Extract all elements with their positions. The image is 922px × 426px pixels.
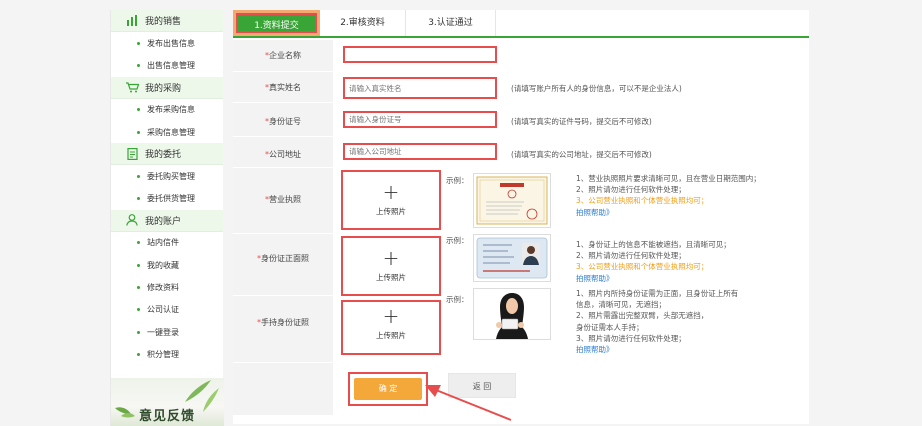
company-address-input[interactable] — [343, 143, 497, 160]
photo-help-link[interactable]: 拍照帮助》 — [576, 273, 731, 284]
row-divider — [233, 71, 333, 72]
label-real-name: *真实姓名 — [265, 83, 301, 92]
row-divider — [233, 167, 333, 168]
sidebar-section-header[interactable]: 我的采购 — [111, 76, 223, 99]
sidebar-item[interactable]: 修改资料 — [111, 276, 223, 298]
sidebar-item[interactable]: 公司认证 — [111, 299, 223, 321]
sidebar-item[interactable]: 站内信件 — [111, 232, 223, 254]
label-id-front: *身份证正面照 — [257, 254, 309, 263]
sidebar-section-title: 我的采购 — [145, 83, 182, 94]
sidebar-item[interactable]: 发布采购信息 — [111, 99, 223, 121]
label-id-number: *身份证号 — [265, 117, 301, 126]
handheld-id-sample-image — [473, 288, 551, 340]
row-divider — [233, 362, 333, 363]
upload-label: 上传照片 — [376, 207, 406, 216]
id-card-sample-image — [473, 234, 551, 282]
sidebar-section-account: 我的账户 站内信件 我的收藏 修改资料 公司认证 一键登录 积分管理 — [111, 209, 223, 366]
sidebar-item[interactable]: 发布出售信息 — [111, 32, 223, 54]
upload-label: 上传照片 — [376, 273, 406, 282]
sidebar-item[interactable]: 积分管理 — [111, 343, 223, 365]
id-handheld-tips: 1、照片内所持身份证需为正面，且身份证上所有 信息，清晰可见，无遮挡； 2、照片… — [576, 289, 739, 355]
bar-chart-icon — [125, 15, 139, 27]
sidebar-section-sales: 我的销售 发布出售信息 出售信息管理 — [111, 10, 223, 77]
photo-help-link[interactable]: 拍照帮助》 — [576, 207, 761, 218]
form-label-column — [233, 40, 333, 415]
upload-id-handheld-button[interactable]: + 上传照片 — [341, 300, 441, 355]
sidebar-section-title: 我的委托 — [145, 150, 182, 161]
row-divider — [233, 233, 333, 234]
label-id-handheld: *手持身份证照 — [257, 318, 309, 327]
sidebar-section-header[interactable]: 我的销售 — [111, 10, 223, 32]
sidebar-item[interactable]: 出售信息管理 — [111, 54, 223, 76]
photo-help-link[interactable]: 拍照帮助》 — [576, 344, 738, 355]
plus-icon: + — [382, 246, 400, 270]
sidebar-section-title: 我的账户 — [145, 216, 182, 227]
submit-button-highlight: 确 定 — [348, 372, 428, 406]
plus-icon: + — [382, 180, 400, 204]
sidebar-item[interactable]: 委托供货管理 — [111, 187, 223, 209]
sidebar-section-title: 我的销售 — [145, 17, 182, 27]
business-license-sample-image — [473, 173, 551, 228]
label-company-name: *企业名称 — [265, 51, 301, 60]
feedback-label: 意见反馈 — [139, 409, 196, 424]
annotation-arrow-icon — [425, 385, 512, 421]
id-number-hint: (请填写真实的证件号码，提交后不可修改) — [511, 117, 652, 126]
upload-label: 上传照片 — [376, 331, 406, 340]
sidebar-section-header[interactable]: 我的委托 — [111, 143, 223, 166]
sidebar-item[interactable]: 委托购买管理 — [111, 165, 223, 187]
feedback-banner[interactable]: 意见反馈 — [111, 378, 224, 426]
id-number-input[interactable] — [343, 111, 497, 128]
upload-business-license-button[interactable]: + 上传照片 — [341, 170, 441, 230]
company-name-input[interactable] — [343, 46, 497, 63]
step-tabs: 1.资料提交 2.审核资料 3.认证通过 — [233, 10, 809, 38]
business-license-tips: 1、营业执照照片要求清晰可见，且在营业日期范围内； 2、照片请勿进行任何软件处理… — [576, 174, 761, 218]
cart-icon — [125, 81, 139, 93]
user-icon — [125, 214, 139, 226]
example-label: 示例： — [446, 295, 469, 304]
sidebar-section-entrust: 我的委托 委托购买管理 委托供货管理 — [111, 143, 223, 210]
upload-id-front-button[interactable]: + 上传照片 — [341, 236, 441, 296]
company-address-hint: (请填写真实的公司地址，提交后不可修改) — [511, 150, 652, 159]
plus-icon: + — [382, 304, 400, 328]
example-label: 示例： — [446, 236, 469, 245]
label-business-license: *营业执照 — [265, 195, 301, 204]
id-front-tips: 1、身份证上的信息不能被遮挡，且清晰可见； 2、照片请勿进行任何软件处理； 3、… — [576, 240, 731, 284]
row-divider — [233, 102, 333, 103]
tab-submit-info[interactable]: 1.资料提交 — [233, 10, 320, 36]
submit-button[interactable]: 确 定 — [354, 378, 422, 400]
tab-review[interactable]: 2.审核资料 — [320, 10, 406, 36]
document-icon — [125, 147, 139, 160]
sidebar-item[interactable]: 我的收藏 — [111, 254, 223, 276]
example-label: 示例： — [446, 176, 469, 185]
label-company-address: *公司地址 — [265, 150, 301, 159]
tab-certified[interactable]: 3.认证通过 — [406, 10, 496, 36]
sidebar: 我的销售 发布出售信息 出售信息管理 我的采购 发布采购信息 采购信息管理 我的… — [110, 10, 224, 426]
real-name-input[interactable] — [343, 77, 497, 99]
sidebar-item[interactable]: 采购信息管理 — [111, 121, 223, 143]
sidebar-item[interactable]: 一键登录 — [111, 321, 223, 343]
sidebar-section-purchase: 我的采购 发布采购信息 采购信息管理 — [111, 76, 223, 144]
sidebar-section-header[interactable]: 我的账户 — [111, 209, 223, 232]
row-divider — [233, 295, 333, 296]
real-name-hint: (请填写账户所有人的身份信息，可以不是企业法人) — [511, 84, 682, 93]
main-panel: 1.资料提交 2.审核资料 3.认证通过 *企业名称 *真实姓名 (请填写账户所… — [233, 10, 809, 424]
row-divider — [233, 136, 333, 137]
